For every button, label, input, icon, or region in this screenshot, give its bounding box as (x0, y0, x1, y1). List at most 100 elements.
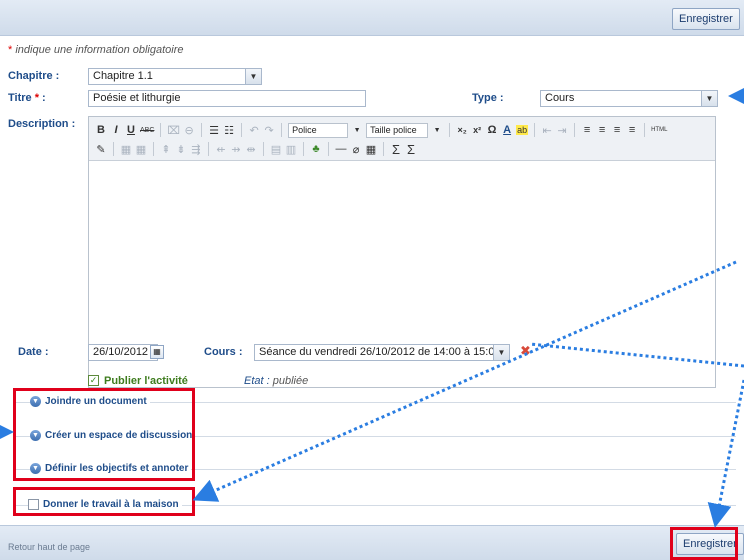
type-value: Cours (545, 92, 575, 104)
calendar-icon[interactable]: ▦ (150, 345, 164, 359)
redo-icon[interactable]: ↷ (263, 124, 275, 137)
save-button-bottom[interactable]: Enregistrer (676, 533, 744, 555)
bullet-list-icon[interactable]: ☰ (208, 124, 220, 137)
unlink-icon[interactable]: ⊖ (183, 124, 195, 137)
back-to-top-link[interactable]: Retour haut de page (8, 542, 90, 552)
section-definir-objectifs[interactable]: ▼ Définir les objectifs et annoter (30, 463, 192, 474)
publish-checkbox[interactable]: ✓ (88, 375, 99, 386)
indent-icon[interactable]: ⇥ (556, 124, 568, 137)
table-props-icon[interactable]: ▦ (135, 143, 147, 156)
section-joindre-document[interactable]: ▼ Joindre un document (30, 396, 150, 407)
numbered-list-icon[interactable]: ☷ (223, 124, 235, 137)
section-travail-label[interactable]: Donner le travail à la maison (43, 499, 179, 510)
edit-icon[interactable]: ✎ (95, 143, 107, 156)
etat-label: Etat : (244, 375, 270, 387)
titre-label-colon: : (38, 92, 46, 104)
split-cells-icon[interactable]: ▤ (270, 143, 282, 156)
toolbar-separator (153, 142, 154, 156)
chevron-down-icon[interactable]: ▼ (493, 345, 509, 360)
toggle-down-icon[interactable]: ▼ (30, 463, 41, 474)
save-button-top[interactable]: Enregistrer (672, 8, 740, 30)
delete-icon[interactable]: ✖ (520, 343, 531, 359)
titre-label: Titre * : (8, 92, 46, 104)
col-before-icon[interactable]: ⇷ (215, 143, 227, 156)
remove-format-icon[interactable]: ⌀ (350, 143, 362, 156)
titre-input[interactable]: Poésie et lithurgie (88, 90, 366, 107)
undo-icon[interactable]: ↶ (248, 124, 260, 137)
bold-icon[interactable]: B (95, 124, 107, 136)
merge-cells-icon[interactable]: ▥ (285, 143, 297, 156)
toolbar-separator (383, 142, 384, 156)
chevron-down-icon[interactable]: ▼ (431, 127, 443, 134)
toolbar-separator (574, 123, 576, 137)
toolbar-separator (263, 142, 264, 156)
sum-icon[interactable]: Σ (390, 142, 402, 157)
bottom-toolbar: Retour haut de page Enregistrer (0, 525, 744, 560)
editor-toolbar: B I U ABC ⌧ ⊖ ☰ ☷ ↶ ↷ Police ▼ Taille po… (89, 117, 715, 161)
horizontal-rule-icon[interactable]: — (335, 143, 347, 155)
special-char-icon[interactable]: Ω (486, 124, 498, 136)
toolbar-separator (328, 142, 329, 156)
description-label: Description : (8, 118, 76, 130)
section-discussion-label[interactable]: Créer un espace de discussion (45, 430, 192, 441)
chevron-down-icon[interactable]: ▼ (351, 127, 363, 134)
font-size-select[interactable]: Taille police (366, 122, 429, 138)
toolbar-separator (449, 123, 451, 137)
toggle-down-icon[interactable]: ▼ (30, 430, 41, 441)
align-justify-icon[interactable]: ≡ (626, 124, 638, 136)
subscript-icon[interactable]: ×₂ (456, 125, 468, 135)
date-label: Date : (18, 346, 49, 358)
toolbar-separator (160, 123, 162, 137)
html-source-icon[interactable]: HTML (651, 127, 667, 133)
date-input[interactable]: 26/10/2012 (88, 344, 158, 361)
align-left-icon[interactable]: ≡ (581, 124, 593, 136)
align-center-icon[interactable]: ≡ (596, 124, 608, 136)
image-icon[interactable]: ♣ (310, 143, 322, 155)
cours-select[interactable]: Séance du vendredi 26/10/2012 de 14:00 à… (254, 344, 510, 361)
outdent-icon[interactable]: ⇤ (541, 124, 553, 137)
font-family-value: Police (292, 124, 317, 135)
italic-icon[interactable]: I (110, 124, 122, 136)
required-notice-text: indique une information obligatoire (12, 44, 184, 56)
delete-col-icon[interactable]: ⇹ (245, 143, 257, 156)
toggle-down-icon[interactable]: ▼ (30, 396, 41, 407)
toolbar-separator (113, 142, 114, 156)
row-before-icon[interactable]: ⇞ (160, 143, 172, 156)
table-icon[interactable]: ▦ (120, 143, 132, 156)
titre-label-text: Titre (8, 92, 32, 104)
underline-icon[interactable]: U (125, 124, 137, 136)
section-joindre-label[interactable]: Joindre un document (45, 396, 147, 407)
superscript-icon[interactable]: x² (471, 125, 483, 135)
required-notice: * indique une information obligatoire (8, 44, 184, 56)
insert-table-icon[interactable]: ▦ (365, 143, 377, 156)
highlight-color-icon[interactable]: ab (516, 125, 529, 135)
etat-status: Etat : publiée (244, 375, 308, 387)
sum-icon[interactable]: Σ (405, 142, 417, 157)
strikethrough-icon[interactable]: ABC (140, 127, 154, 134)
row-after-icon[interactable]: ⇟ (175, 143, 187, 156)
homework-checkbox[interactable] (28, 499, 39, 510)
toolbar-separator (208, 142, 209, 156)
chevron-down-icon[interactable]: ▼ (245, 69, 261, 84)
toolbar-separator (644, 123, 646, 137)
font-family-select[interactable]: Police (288, 122, 349, 138)
toolbar-separator (281, 123, 283, 137)
type-label: Type : (472, 92, 504, 104)
toolbar-separator (241, 123, 243, 137)
chevron-down-icon[interactable]: ▼ (701, 91, 717, 106)
chapitre-label: Chapitre : (8, 70, 60, 82)
delete-row-icon[interactable]: ⇶ (190, 143, 202, 156)
section-creer-discussion[interactable]: ▼ Créer un espace de discussion (30, 430, 196, 441)
section-objectifs-label[interactable]: Définir les objectifs et annoter (45, 463, 188, 474)
section-travail-maison[interactable]: Donner le travail à la maison (28, 499, 182, 510)
editor-toolbar-row-2: ✎ ▦ ▦ ⇞ ⇟ ⇶ ⇷ ⇸ ⇹ ▤ ▥ ♣ — ⌀ ▦ Σ Σ (95, 140, 417, 158)
type-select[interactable]: Cours ▼ (540, 90, 718, 107)
col-after-icon[interactable]: ⇸ (230, 143, 242, 156)
text-color-icon[interactable]: A (501, 124, 513, 136)
toolbar-separator (303, 142, 304, 156)
link-icon[interactable]: ⌧ (167, 124, 180, 137)
editor-toolbar-row-1: B I U ABC ⌧ ⊖ ☰ ☷ ↶ ↷ Police ▼ Taille po… (95, 121, 667, 139)
etat-value: publiée (272, 375, 309, 387)
chapitre-select[interactable]: Chapitre 1.1 ▼ (88, 68, 262, 85)
align-right-icon[interactable]: ≡ (611, 124, 623, 136)
